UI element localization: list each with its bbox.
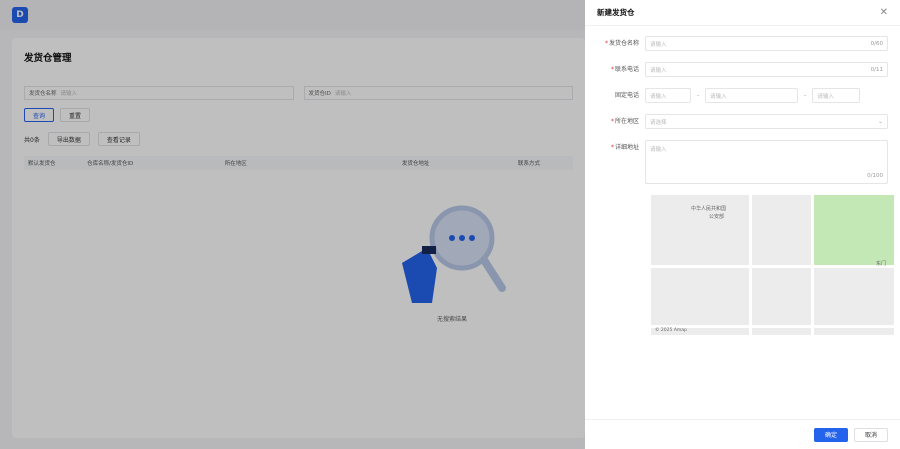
landline-number-input[interactable]: 请输入 [705,88,799,103]
extension-input[interactable]: 请输入 [812,88,861,103]
form-row-name: *发货仓名称 请输入 0/60 [591,36,888,51]
form-row-contact: *联系电话 请输入 0/11 [591,62,888,77]
confirm-button[interactable]: 确定 [813,427,848,442]
form-row-address: *详细地址 请输入 0/100 [591,140,888,184]
region-select[interactable]: 请选择 ⌄ [645,114,888,129]
map-view[interactable]: 中华人民共和国 公安部 东门 © 2025 Amap [651,195,894,335]
chevron-down-icon: ⌄ [877,118,883,125]
address-textarea[interactable]: 请输入 0/100 [645,140,888,184]
new-warehouse-drawer: 新建发货仓 ✕ *发货仓名称 请输入 0/60 *联系电话 请输入 0/11 固… [585,0,900,449]
modal-overlay[interactable] [0,0,585,449]
form-row-region: *所在地区 请选择 ⌄ [591,114,888,129]
close-icon[interactable]: ✕ [880,7,888,18]
drawer-title: 新建发货仓 [597,8,635,17]
warehouse-name-input[interactable]: 请输入 0/60 [645,36,888,51]
area-code-input[interactable]: 请输入 [645,88,691,103]
cancel-button[interactable]: 取消 [853,427,888,442]
form-row-landline: 固定电话 请输入 - 请输入 - 请输入 [591,88,888,103]
map-copyright: © 2025 Amap [655,328,687,333]
contact-phone-input[interactable]: 请输入 0/11 [645,62,888,77]
